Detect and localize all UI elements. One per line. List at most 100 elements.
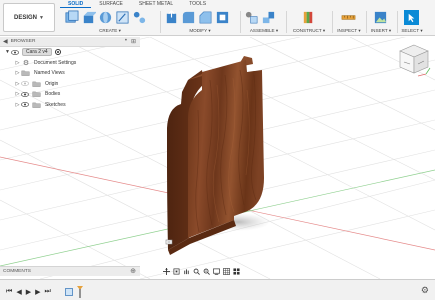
shell-icon[interactable] (215, 10, 230, 25)
eye-hidden-icon[interactable] (21, 81, 29, 87)
measure-icon[interactable] (341, 10, 356, 25)
step-back-icon[interactable]: ◀ (16, 288, 21, 296)
construct-group: CONSTRUCT ▾ (289, 9, 329, 36)
browser-item-document-settings[interactable]: ▷ ⚙ Document Settings (0, 58, 140, 69)
go-to-start-icon[interactable]: ⏮ (6, 288, 12, 296)
add-comment-icon[interactable]: ⊕ (130, 267, 136, 276)
tab-surface[interactable]: SURFACE (91, 0, 131, 8)
select-menu[interactable]: SELECT ▾ (399, 28, 425, 34)
tab-sheet-metal[interactable]: SHEET METAL (131, 0, 181, 8)
origin-marker-icon (165, 239, 173, 245)
viewports-icon[interactable] (233, 267, 240, 275)
create-group: CREATE ▾ (64, 9, 156, 36)
insert-menu[interactable]: INSERT ▾ (368, 28, 394, 34)
workspace-label: DESIGN (14, 14, 38, 21)
inspect-group: INSPECT ▾ (334, 9, 364, 36)
browser-item-label: Named Views (34, 70, 65, 77)
extrude-icon[interactable] (81, 10, 96, 25)
root-component-label[interactable]: Cara 2 v4 (22, 48, 52, 57)
browser-item-origin[interactable]: ▷ Origin (0, 79, 140, 90)
tab-tools[interactable]: TOOLS (181, 0, 214, 8)
browser-item-label: Origin (45, 80, 59, 87)
grid-snaps-icon[interactable] (223, 267, 230, 275)
as-built-joint-icon[interactable] (261, 10, 276, 25)
expand-triangle-icon[interactable]: ▼ (4, 49, 11, 55)
collapse-icon[interactable]: ◀ (3, 38, 8, 45)
pin-icon[interactable]: • (125, 38, 127, 45)
step-forward-icon[interactable]: ▶ (35, 288, 40, 296)
play-icon[interactable]: ▶ (26, 288, 31, 296)
browser-item-label: Sketches (45, 101, 66, 108)
modify-group: MODIFY ▾ (164, 9, 236, 36)
comments-panel[interactable]: COMMENTS ⊕ (0, 266, 140, 276)
eye-icon[interactable] (21, 102, 29, 108)
joint-icon[interactable] (244, 10, 259, 25)
toolbar-divider (286, 11, 287, 33)
inspect-menu[interactable]: INSPECT ▾ (334, 28, 364, 34)
browser-root-item[interactable]: ▼ Cara 2 v4 (0, 47, 140, 58)
eye-icon[interactable] (11, 49, 19, 55)
folder-icon (21, 70, 30, 77)
new-component-icon[interactable] (64, 10, 79, 25)
browser-item-label: Bodies (45, 91, 61, 98)
plane-icon[interactable] (301, 10, 316, 25)
press-pull-icon[interactable] (164, 10, 179, 25)
select-group: SELECT ▾ (399, 9, 425, 36)
browser-item-bodies[interactable]: ▷ Bodies (0, 89, 140, 100)
expand-triangle-icon[interactable]: ▷ (14, 102, 21, 108)
active-radio-icon[interactable] (54, 49, 61, 56)
browser-item-sketches[interactable]: ▷ Sketches (0, 100, 140, 111)
expand-triangle-icon[interactable]: ▷ (14, 91, 21, 97)
timeline-feature-icon[interactable] (64, 288, 73, 296)
browser-header: ◀ BROWSER • ⊞ (0, 37, 140, 47)
sketch-icon[interactable] (115, 10, 130, 25)
browser-title: BROWSER (10, 39, 36, 44)
ribbon-tabs: SOLID SURFACE SHEET METAL TOOLS (60, 0, 214, 8)
pan-icon[interactable] (183, 268, 190, 275)
workspace-switcher-button[interactable]: DESIGN ▼ (3, 3, 55, 32)
timeline-controls: ⏮ ◀ ▶ ▶ ⏭ (6, 286, 83, 298)
toolbar-divider (160, 11, 161, 33)
insert-group: INSERT ▾ (368, 9, 394, 36)
toolbar-divider (240, 11, 241, 33)
tab-solid[interactable]: SOLID (60, 0, 92, 8)
timeline-bar: ⏮ ◀ ▶ ▶ ⏭ ⚙ (0, 279, 435, 300)
folder-icon (32, 81, 41, 87)
toolbar-divider (397, 11, 398, 33)
browser-panel: ◀ BROWSER • ⊞ ▼ Cara 2 v4 ▷ ⚙ Document S… (0, 37, 140, 112)
folder-icon (32, 102, 41, 108)
navigation-bar (163, 266, 273, 276)
settings-gear-icon[interactable]: ⚙ (421, 285, 429, 296)
fillet-icon[interactable] (181, 10, 196, 25)
comments-label: COMMENTS (3, 269, 31, 274)
revolve-icon[interactable] (98, 10, 113, 25)
gear-icon: ⚙ (22, 59, 30, 67)
orbit-icon[interactable] (163, 267, 170, 275)
display-settings-icon[interactable] (213, 268, 220, 275)
pattern-icon[interactable] (132, 10, 147, 25)
insert-image-icon[interactable] (373, 10, 388, 25)
viewcube[interactable] (396, 42, 432, 78)
expand-triangle-icon[interactable]: ▷ (14, 81, 21, 87)
assemble-menu[interactable]: ASSEMBLE ▾ (244, 28, 284, 34)
modify-menu[interactable]: MODIFY ▾ (164, 28, 236, 34)
fit-icon[interactable] (203, 268, 210, 275)
browser-item-named-views[interactable]: ▷ Named Views (0, 68, 140, 79)
expand-triangle-icon[interactable]: ▷ (14, 60, 21, 66)
expand-icon[interactable]: ⊞ (131, 38, 136, 45)
main-toolbar: DESIGN ▼ SOLID SURFACE SHEET METAL TOOLS… (0, 0, 435, 36)
toolbar-divider (366, 11, 367, 33)
select-icon[interactable] (404, 10, 419, 25)
timeline-marker-icon[interactable] (76, 286, 83, 298)
eye-icon[interactable] (21, 91, 29, 97)
go-to-end-icon[interactable]: ⏭ (44, 288, 50, 296)
browser-item-label: Document Settings (34, 59, 77, 66)
zoom-icon[interactable] (193, 268, 200, 275)
chevron-down-icon: ▼ (39, 14, 44, 21)
look-at-icon[interactable] (173, 268, 180, 275)
construct-menu[interactable]: CONSTRUCT ▾ (289, 28, 329, 34)
chamfer-icon[interactable] (198, 10, 213, 25)
toolbar-divider (332, 11, 333, 33)
expand-triangle-icon[interactable]: ▷ (14, 70, 21, 76)
create-menu[interactable]: CREATE ▾ (64, 28, 156, 34)
